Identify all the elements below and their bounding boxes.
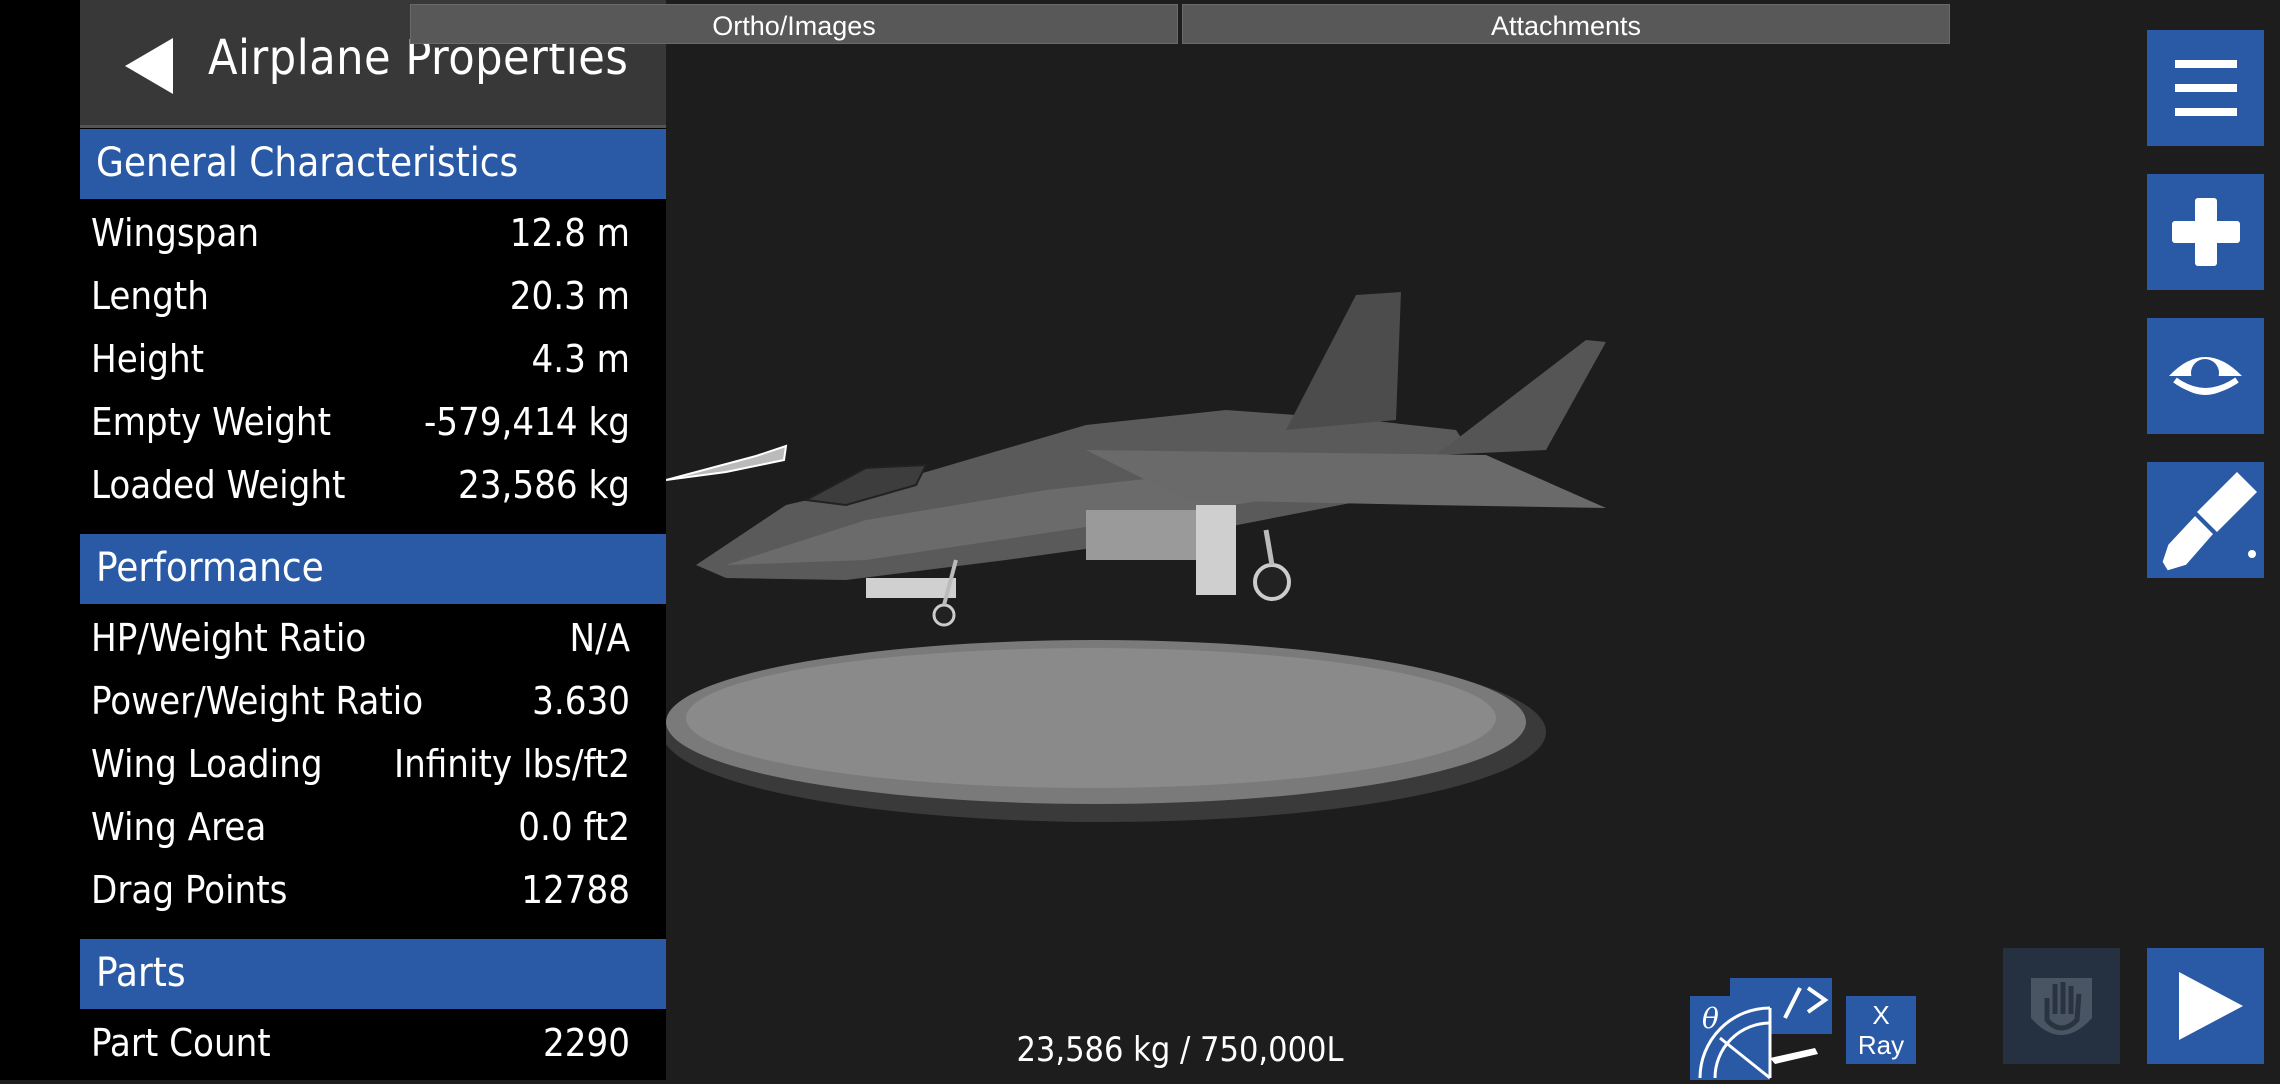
- property-row-loaded-weight: Loaded Weight 23,586 kg: [80, 455, 666, 518]
- property-value: N/A: [569, 616, 630, 660]
- property-row-power-weight: Power/Weight Ratio 3.630: [80, 671, 666, 734]
- property-row-wingspan: Wingspan 12.8 m: [80, 203, 666, 266]
- property-label: Wing Area: [91, 805, 267, 849]
- property-label: Empty Weight: [91, 400, 331, 444]
- main-gear-wheel: [1253, 563, 1291, 601]
- property-label: Drag Points: [91, 868, 288, 912]
- protractor-icon: θ: [1690, 978, 1832, 1080]
- view-button[interactable]: [2147, 318, 2264, 434]
- property-value: 2290: [543, 1021, 630, 1065]
- back-arrow-icon[interactable]: [125, 38, 173, 94]
- section-performance-header: Performance: [80, 534, 666, 604]
- engine-parts: [1196, 505, 1236, 595]
- eye-icon: [2169, 357, 2243, 395]
- aircraft-viewport[interactable]: [666, 260, 1626, 840]
- menu-button[interactable]: [2147, 30, 2264, 146]
- property-value: 4.3 m: [531, 337, 630, 381]
- property-label: Part Count: [91, 1021, 271, 1065]
- property-label: HP/Weight Ratio: [91, 616, 367, 660]
- xray-label-line1: X: [1872, 1000, 1890, 1030]
- angle-tool-button[interactable]: θ: [1690, 978, 1832, 1080]
- property-row-length: Length 20.3 m: [80, 266, 666, 329]
- property-value: -579,414 kg: [423, 400, 630, 444]
- nose-gear-wheel: [932, 603, 956, 627]
- property-value: 12.8 m: [509, 211, 630, 255]
- property-row-wing-area: Wing Area 0.0 ft2: [80, 797, 666, 860]
- play-icon: [2179, 972, 2243, 1040]
- hand-icon: [2031, 978, 2092, 1035]
- xray-label-line2: Ray: [1857, 1030, 1905, 1060]
- section-general-title: General Characteristics: [96, 140, 519, 186]
- add-part-button[interactable]: [2147, 174, 2264, 290]
- svg-text:θ: θ: [1702, 1002, 1719, 1035]
- property-row-hp-weight: HP/Weight Ratio N/A: [80, 608, 666, 671]
- section-parts-header: Parts: [80, 939, 666, 1009]
- property-row-height: Height 4.3 m: [80, 329, 666, 392]
- section-general-header: General Characteristics: [80, 129, 666, 199]
- property-label: Length: [91, 274, 209, 318]
- property-row-empty-weight: Empty Weight -579,414 kg: [80, 392, 666, 455]
- pan-button[interactable]: [2003, 948, 2120, 1064]
- property-value: 23,586 kg: [458, 463, 630, 507]
- far-wing: [666, 444, 788, 481]
- property-value: 12788: [521, 868, 630, 912]
- play-button[interactable]: [2147, 948, 2264, 1064]
- property-row-part-count: Part Count 2290: [80, 1013, 666, 1076]
- left-edge: [0, 0, 80, 1080]
- paint-brush-icon: [2159, 472, 2257, 574]
- property-label: Loaded Weight: [91, 463, 346, 507]
- weapons-bay: [1086, 510, 1206, 560]
- property-value: 0.0 ft2: [518, 805, 630, 849]
- plus-icon: [2172, 198, 2240, 266]
- property-value: Infinity lbs/ft2: [394, 742, 630, 786]
- vertical-tail-right: [1436, 340, 1606, 455]
- paint-button[interactable]: [2147, 462, 2264, 578]
- weight-fuel-readout: 23,586 kg / 750,000L: [1016, 1030, 1344, 1070]
- property-row-wing-loading: Wing Loading Infinity lbs/ft2: [80, 734, 666, 797]
- property-label: Power/Weight Ratio: [91, 679, 424, 723]
- airplane-properties-panel: Airplane Properties General Characterist…: [80, 0, 666, 1080]
- section-performance-title: Performance: [96, 545, 324, 591]
- vertical-tail-left: [1286, 292, 1401, 430]
- tab-attachments[interactable]: Attachments: [1182, 4, 1950, 44]
- hamburger-menu-icon: [2175, 60, 2237, 116]
- property-label: Wing Loading: [91, 742, 323, 786]
- property-value: 20.3 m: [509, 274, 630, 318]
- xray-button[interactable]: X Ray: [1846, 996, 1916, 1064]
- property-row-drag-points: Drag Points 12788: [80, 860, 666, 923]
- missile: [866, 578, 956, 598]
- property-label: Height: [91, 337, 205, 381]
- section-parts-title: Parts: [96, 950, 186, 996]
- property-value: 3.630: [532, 679, 630, 723]
- tab-ortho-images[interactable]: Ortho/Images: [410, 4, 1178, 44]
- property-label: Wingspan: [91, 211, 259, 255]
